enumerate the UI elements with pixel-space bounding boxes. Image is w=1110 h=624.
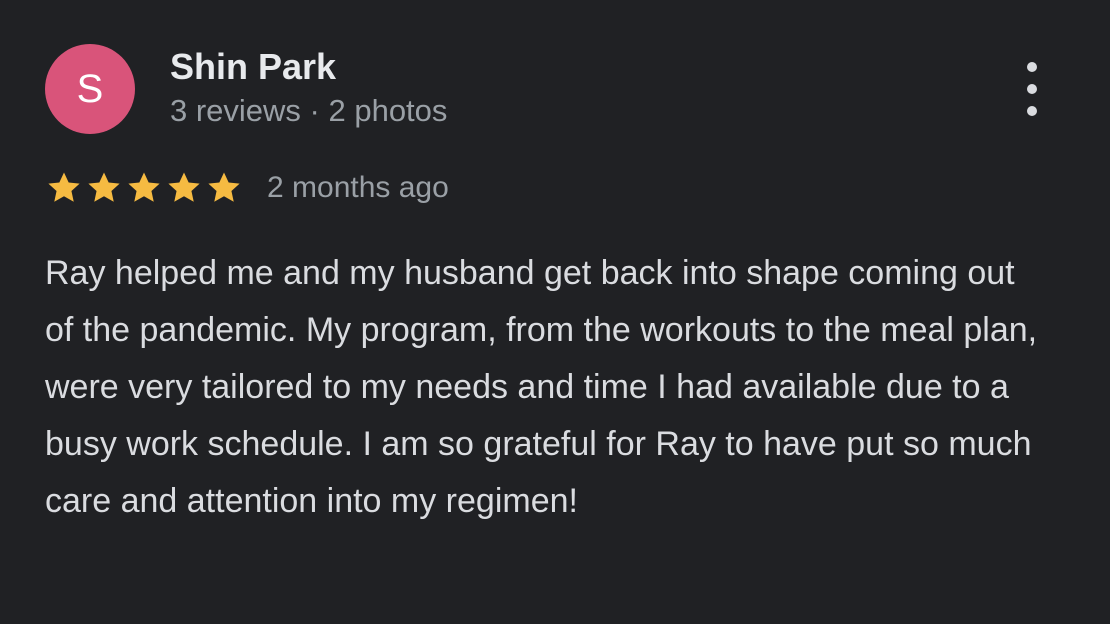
star-icon xyxy=(85,169,123,207)
rating-row: 2 months ago xyxy=(45,168,449,208)
star-icon xyxy=(165,169,203,207)
author-meta: 3 reviews · 2 photos xyxy=(170,93,448,128)
review-date: 2 months ago xyxy=(267,171,449,204)
avatar-initial: S xyxy=(76,67,104,111)
avatar[interactable]: S xyxy=(45,44,135,134)
review-text: Ray helped me and my husband get back in… xyxy=(45,254,1038,520)
more-vert-icon xyxy=(1027,62,1037,72)
star-rating xyxy=(45,169,245,207)
star-icon xyxy=(205,169,243,207)
review-card: S Shin Park 3 reviews · 2 photos 2 month… xyxy=(0,0,1110,624)
author-name[interactable]: Shin Park xyxy=(170,46,336,88)
star-icon xyxy=(125,169,163,207)
more-options-button[interactable] xyxy=(1012,62,1052,116)
star-icon xyxy=(45,169,83,207)
